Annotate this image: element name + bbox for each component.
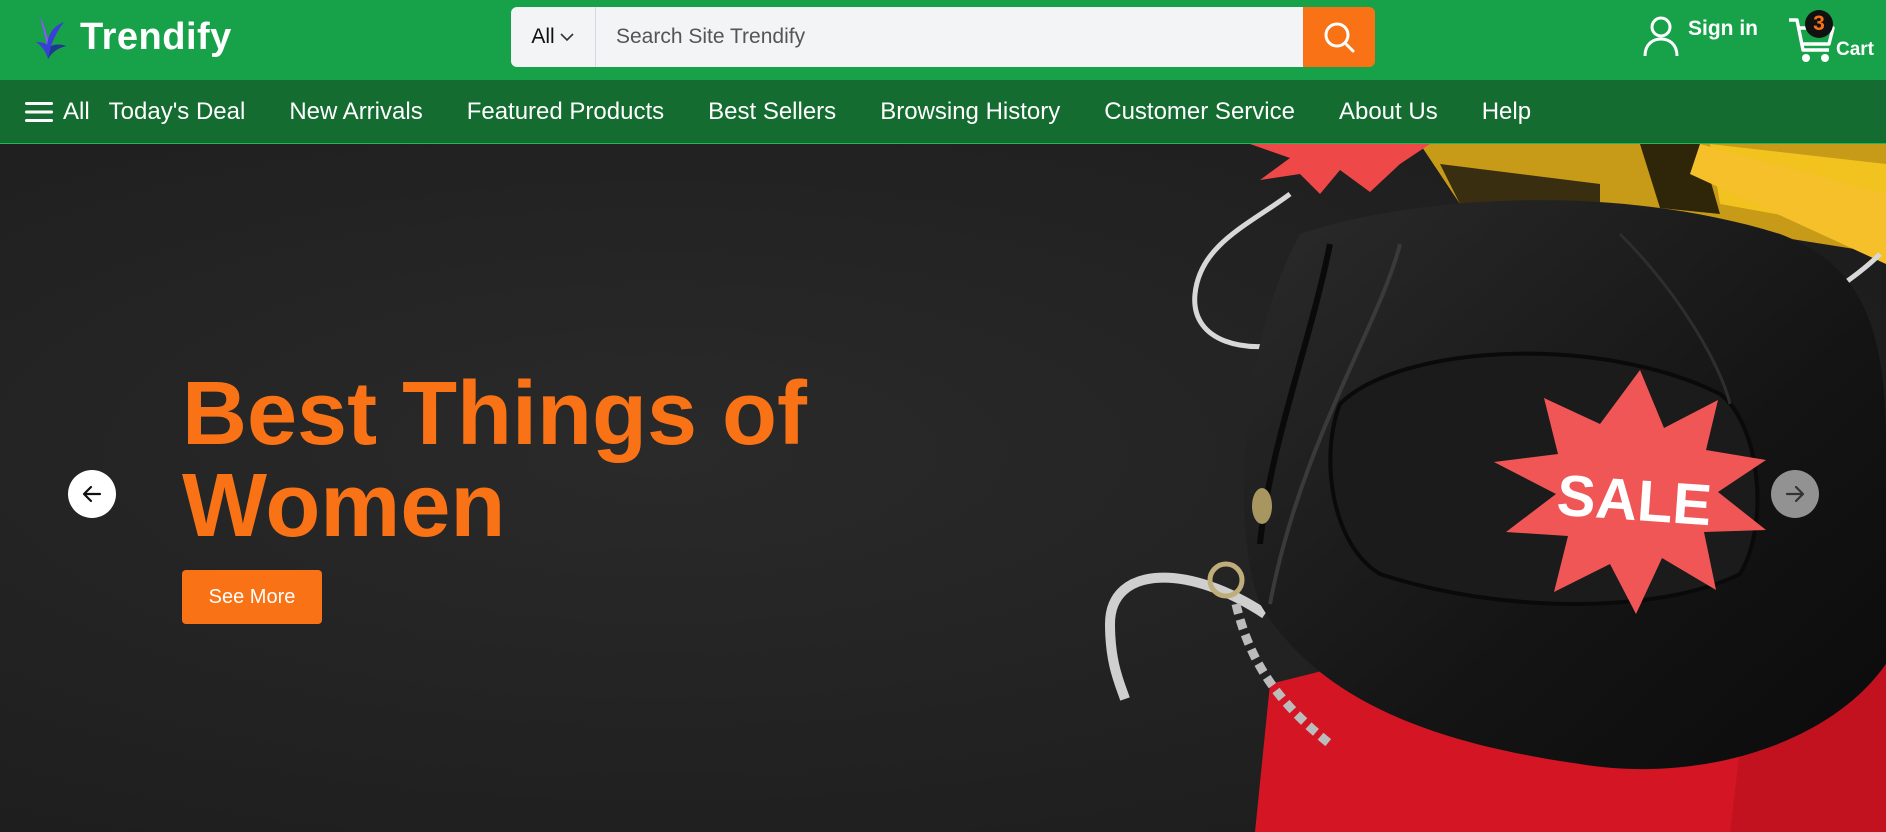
carousel-next-button[interactable] (1771, 470, 1819, 518)
search-bar: All (511, 7, 1375, 67)
user-icon (1643, 16, 1679, 57)
hero-banner: SALE Best Things of Women See More (0, 144, 1886, 832)
cart-count-badge: 3 (1805, 10, 1833, 38)
search-category-label: All (531, 25, 555, 48)
top-header: Trendify All Sign in 3 (0, 0, 1886, 80)
sale-badge-text: SALE (1555, 463, 1714, 539)
nav-item-customer-service[interactable]: Customer Service (1104, 98, 1295, 126)
brand-name: Trendify (80, 15, 232, 58)
sign-in-label: Sign in (1688, 17, 1758, 40)
arrow-left-icon (82, 485, 102, 503)
search-button[interactable] (1303, 7, 1375, 67)
hero-title: Best Things of Women (182, 364, 807, 556)
cart-label: Cart (1836, 39, 1875, 60)
arrow-right-icon (1785, 485, 1805, 503)
search-category-select[interactable]: All (511, 7, 596, 67)
carousel-prev-button[interactable] (68, 470, 116, 518)
nav-item-new-arrivals[interactable]: New Arrivals (289, 98, 422, 126)
nav-item-browsing-history[interactable]: Browsing History (880, 98, 1060, 126)
cart-button[interactable]: 3 Cart (1787, 10, 1882, 68)
nav-item-featured-products[interactable]: Featured Products (467, 98, 664, 126)
hamburger-menu-icon (25, 101, 53, 122)
all-categories-label: All (63, 97, 90, 125)
nav-item-todays-deal[interactable]: Today's Deal (109, 98, 246, 126)
brand-logo[interactable]: Trendify (34, 12, 232, 62)
category-nav: All Today's Deal New Arrivals Featured P… (0, 80, 1886, 144)
search-icon (1324, 22, 1355, 53)
see-more-button[interactable]: See More (182, 570, 322, 624)
bird-logo-icon (36, 16, 66, 59)
nav-item-help[interactable]: Help (1482, 98, 1531, 126)
chevron-down-icon (560, 33, 574, 42)
nav-item-best-sellers[interactable]: Best Sellers (708, 98, 836, 126)
search-input[interactable] (596, 7, 1303, 67)
all-categories-button[interactable]: All (25, 98, 90, 126)
sign-in-link[interactable]: Sign in (1642, 14, 1758, 58)
nav-item-about-us[interactable]: About Us (1339, 98, 1438, 126)
